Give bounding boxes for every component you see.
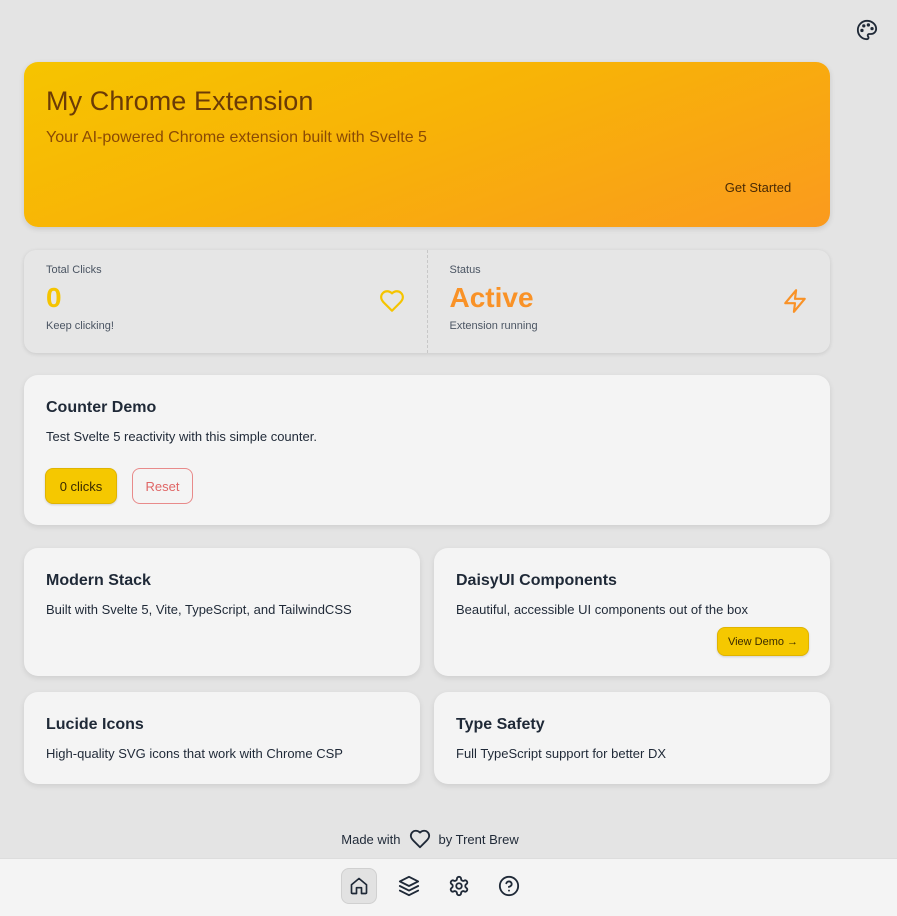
nav-home[interactable] [341, 868, 377, 904]
card-description: Full TypeScript support for better DX [456, 746, 667, 761]
footer-credit: Made with by Trent Brew [0, 828, 860, 850]
home-icon [350, 877, 368, 895]
footer-suffix: by Trent Brew [438, 831, 519, 847]
card-title: DaisyUI Components [456, 572, 617, 589]
feature-card-type-safety: Type Safety Full TypeScript support for … [434, 692, 830, 784]
stat-status: Status Active Extension running [426, 250, 831, 353]
feature-card-daisyui: DaisyUI Components Beautiful, accessible… [434, 548, 830, 676]
card-description: Test Svelte 5 reactivity with this simpl… [46, 429, 317, 444]
nav-settings[interactable] [441, 868, 477, 904]
heart-icon [379, 290, 404, 312]
feature-card-modern-stack: Modern Stack Built with Svelte 5, Vite, … [24, 548, 420, 676]
hero-title: My Chrome Extension [46, 86, 314, 116]
nav-help[interactable] [491, 868, 527, 904]
card-description: Beautiful, accessible UI components out … [456, 602, 748, 617]
stats-panel: Total Clicks 0 Keep clicking! Status Act… [24, 250, 830, 353]
feature-card-lucide-icons: Lucide Icons High-quality SVG icons that… [24, 692, 420, 784]
stat-description: Keep clicking! [46, 320, 114, 332]
palette-icon [856, 19, 878, 41]
hero-banner: My Chrome Extension Your AI-powered Chro… [24, 62, 830, 227]
theme-toggle-button[interactable] [855, 18, 879, 42]
click-counter-button[interactable]: 0 clicks [45, 468, 117, 504]
hero-subtitle: Your AI-powered Chrome extension built w… [46, 129, 427, 146]
zap-icon [784, 289, 806, 313]
heart-icon [409, 829, 430, 849]
nav-layers[interactable] [391, 868, 427, 904]
card-description: Built with Svelte 5, Vite, TypeScript, a… [46, 602, 352, 617]
stat-label: Status [449, 264, 481, 276]
get-started-button[interactable]: Get Started [710, 177, 806, 197]
stat-label: Total Clicks [46, 264, 102, 276]
view-demo-button[interactable]: View Demo → [717, 627, 809, 656]
counter-demo-card: Counter Demo Test Svelte 5 reactivity wi… [24, 375, 830, 525]
card-description: High-quality SVG icons that work with Ch… [46, 746, 343, 761]
footer-prefix: Made with [341, 831, 401, 847]
settings-icon [449, 875, 469, 897]
help-circle-icon [498, 875, 520, 897]
stat-total-clicks: Total Clicks 0 Keep clicking! [24, 250, 427, 353]
card-title: Modern Stack [46, 572, 151, 589]
layers-icon [398, 875, 420, 897]
reset-button[interactable]: Reset [132, 468, 193, 504]
card-title: Lucide Icons [46, 716, 144, 733]
stat-value: 0 [46, 282, 62, 313]
card-title: Counter Demo [46, 399, 157, 416]
bottom-nav [0, 858, 897, 916]
card-title: Type Safety [456, 716, 545, 733]
stat-value: Active [449, 282, 534, 313]
stat-description: Extension running [449, 320, 538, 332]
